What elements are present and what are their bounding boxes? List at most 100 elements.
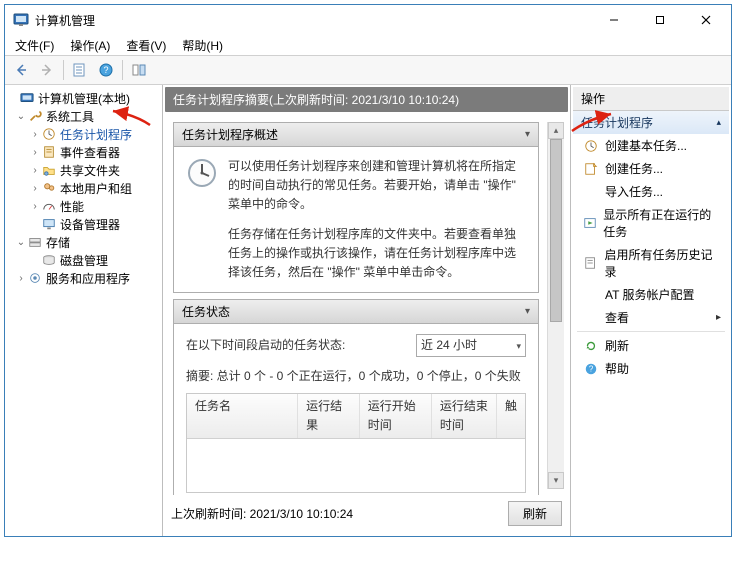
tree-item-storage[interactable]: ⌄ 存储 [7,233,162,251]
actions-section-header[interactable]: 任务计划程序 ▴ [573,111,729,134]
toolbar-forward-button[interactable] [35,58,59,82]
svg-text:?: ? [589,364,594,373]
shared-folder-icon [41,162,57,178]
device-icon [41,216,57,232]
tree-label: 磁盘管理 [60,252,108,269]
expander-icon[interactable]: › [29,183,41,194]
refresh-icon [583,338,599,354]
toolbar-back-button[interactable] [9,58,33,82]
users-icon [41,180,57,196]
vertical-scrollbar[interactable]: ▴ ▾ [547,122,564,489]
column-task-name[interactable]: 任务名 [187,394,298,438]
overview-group: 任务计划程序概述 ▾ 可以使用任务计划程序来创建和管理计算机将在所指定的时间自动… [173,122,539,293]
tree-item-systools[interactable]: ⌄ 系统工具 [7,107,162,125]
menubar: 文件(F) 操作(A) 查看(V) 帮助(H) [5,35,731,55]
tree-label: 事件查看器 [60,144,120,161]
tree-label: 性能 [60,198,84,215]
tree-root[interactable]: 计算机管理(本地) [7,89,162,107]
column-trigger[interactable]: 触 [497,394,525,438]
tree-label: 计算机管理(本地) [38,90,130,107]
scroll-down-icon[interactable]: ▾ [548,472,564,489]
window-title: 计算机管理 [35,12,591,29]
collapse-icon[interactable]: ▴ [716,117,721,128]
services-icon [27,270,43,286]
status-label: 在以下时间段启动的任务状态: [186,336,345,355]
expander-icon[interactable]: › [29,201,41,212]
expander-icon[interactable]: ⌄ [15,237,27,248]
clock-large-icon [186,157,218,189]
action-label: 刷新 [605,337,629,354]
action-label: 创建基本任务... [605,137,687,154]
close-button[interactable] [683,5,729,35]
app-icon [13,12,29,28]
action-import-task[interactable]: 导入任务... [573,180,729,203]
gauge-icon [41,198,57,214]
expander-icon[interactable]: › [15,273,27,284]
tree-label: 存储 [46,234,70,251]
collapse-icon[interactable]: ▾ [525,306,530,317]
action-label: 导入任务... [605,183,663,200]
tree-label: 系统工具 [46,108,94,125]
action-refresh[interactable]: 刷新 [573,334,729,357]
column-run-start[interactable]: 运行开始时间 [360,394,432,438]
new-task-icon [583,161,599,177]
column-run-end[interactable]: 运行结束时间 [432,394,497,438]
column-run-result[interactable]: 运行结果 [298,394,360,438]
clock-icon [41,126,57,142]
toolbar-properties-button[interactable] [68,58,92,82]
overview-text-2: 任务存储在任务计划程序库的文件夹中。若要查看单独任务上的操作或执行该操作，请在任… [228,225,526,283]
storage-icon [27,234,43,250]
scroll-up-icon[interactable]: ▴ [548,122,564,139]
tree-item-devicemgr[interactable]: 设备管理器 [7,215,162,233]
import-icon [583,184,599,200]
tree-item-services[interactable]: › 服务和应用程序 [7,269,162,287]
action-help[interactable]: ? 帮助 [573,357,729,380]
refresh-button[interactable]: 刷新 [508,501,562,526]
menu-action[interactable]: 操作(A) [64,36,116,55]
minimize-button[interactable] [591,5,637,35]
tree-label: 设备管理器 [60,216,120,233]
tree-item-taskscheduler[interactable]: › 任务计划程序 [7,125,162,143]
account-icon [583,287,599,303]
tree-item-sharedfolders[interactable]: › 共享文件夹 [7,161,162,179]
action-view[interactable]: 查看 ▸ [573,306,729,329]
tree-label: 共享文件夹 [60,162,120,179]
submenu-arrow-icon: ▸ [716,312,721,323]
action-create-basic-task[interactable]: 创建基本任务... [573,134,729,157]
tree-item-performance[interactable]: › 性能 [7,197,162,215]
actions-pane-title: 操作 [573,87,729,111]
tree-item-eventviewer[interactable]: › 事件查看器 [7,143,162,161]
menu-file[interactable]: 文件(F) [9,36,60,55]
computer-icon [19,90,35,106]
action-label: 启用所有任务历史记录 [605,246,721,280]
action-create-task[interactable]: 创建任务... [573,157,729,180]
tree-item-localusers[interactable]: › 本地用户和组 [7,179,162,197]
toolbar-panel-button[interactable] [127,58,151,82]
select-value: 近 24 小时 [421,336,477,355]
task-status-table: 任务名 运行结果 运行开始时间 运行结束时间 触 ◂ ▸ [186,393,526,493]
wand-icon [583,138,599,154]
tree-label: 本地用户和组 [60,180,132,197]
expander-icon[interactable]: ⌄ [15,111,27,122]
status-period-select[interactable]: 近 24 小时 ▾ [416,334,526,357]
toolbar-help-button[interactable]: ? [94,58,118,82]
expander-icon[interactable]: › [29,165,41,176]
menu-help[interactable]: 帮助(H) [176,36,229,55]
tree-item-diskmgmt[interactable]: 磁盘管理 [7,251,162,269]
collapse-icon[interactable]: ▾ [525,129,530,140]
menu-view[interactable]: 查看(V) [120,36,172,55]
action-at-service[interactable]: AT 服务帐户配置 [573,283,729,306]
task-status-header[interactable]: 任务状态 ▾ [174,300,538,324]
scrollbar-thumb[interactable] [550,139,562,322]
disk-icon [41,252,57,268]
status-summary-text: 摘要: 总计 0 个 - 0 个正在运行，0 个成功，0 个停止，0 个失败 [186,367,526,386]
action-label: 显示所有正在运行的任务 [603,206,721,240]
expander-icon[interactable]: › [29,129,41,140]
expander-icon[interactable]: › [29,147,41,158]
action-label: 查看 [605,309,629,326]
overview-group-header[interactable]: 任务计划程序概述 ▾ [174,123,538,147]
action-show-running[interactable]: 显示所有正在运行的任务 [573,203,729,243]
chevron-down-icon: ▾ [516,339,521,353]
action-enable-history[interactable]: 启用所有任务历史记录 [573,243,729,283]
maximize-button[interactable] [637,5,683,35]
